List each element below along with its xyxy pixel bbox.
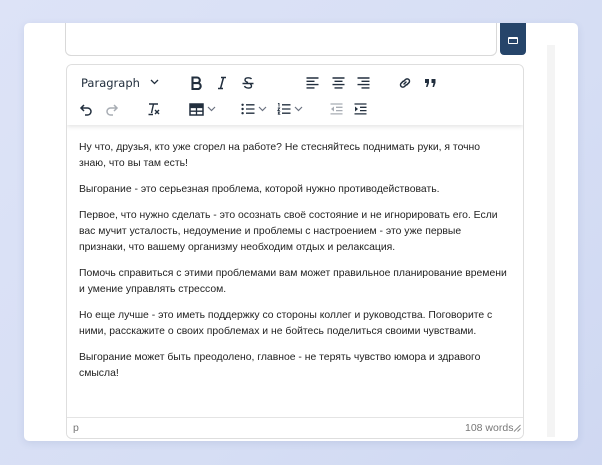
bullet-list-button[interactable] bbox=[237, 98, 271, 120]
align-right-icon bbox=[357, 77, 369, 89]
content-paragraph: Выгорание может быть преодолено, главное… bbox=[79, 352, 481, 379]
numbered-list-button[interactable] bbox=[273, 98, 307, 120]
page-scrollbar[interactable] bbox=[547, 45, 555, 437]
outdent-button[interactable] bbox=[325, 98, 347, 120]
title-input-text bbox=[122, 28, 140, 38]
redo-icon bbox=[106, 103, 119, 116]
block-format-label: Paragraph bbox=[81, 76, 140, 90]
undo-icon bbox=[79, 103, 92, 116]
clear-formatting-icon bbox=[148, 103, 160, 116]
quote-icon bbox=[424, 79, 435, 87]
undo-button[interactable] bbox=[75, 98, 97, 120]
rich-text-editor: Paragraph Ну что, друзья, кто уже сгорел… bbox=[66, 64, 524, 439]
italic-icon bbox=[218, 76, 226, 90]
redo-button[interactable] bbox=[101, 98, 123, 120]
indent-button[interactable] bbox=[349, 98, 371, 120]
content-paragraph: Но еще лучше - это иметь поддержку со ст… bbox=[79, 310, 493, 337]
save-button[interactable] bbox=[500, 23, 526, 55]
align-center-icon bbox=[332, 77, 344, 89]
bold-icon bbox=[191, 76, 202, 90]
editor-toolbar: Paragraph bbox=[67, 65, 523, 125]
editor-card: Paragraph Ну что, друзья, кто уже сгорел… bbox=[24, 23, 578, 441]
table-icon bbox=[188, 102, 204, 116]
content-paragraph: Выгорание - это серьезная проблема, кото… bbox=[79, 184, 440, 195]
blockquote-button[interactable] bbox=[419, 72, 441, 94]
link-icon bbox=[399, 78, 411, 88]
link-button[interactable] bbox=[394, 72, 416, 94]
italic-button[interactable] bbox=[211, 72, 233, 94]
strikethrough-icon bbox=[242, 77, 254, 89]
table-button[interactable] bbox=[185, 98, 219, 120]
editor-content[interactable]: Ну что, друзья, кто уже сгорел на работе… bbox=[79, 140, 509, 392]
indent-icon bbox=[354, 103, 366, 115]
content-paragraph: Помочь справиться с этими проблемами вам… bbox=[79, 268, 507, 295]
chevron-down-icon bbox=[150, 79, 159, 85]
content-paragraph: Ну что, друзья, кто уже сгорел на работе… bbox=[79, 142, 481, 169]
numbered-list-icon bbox=[277, 103, 291, 115]
resize-handle-icon[interactable] bbox=[513, 424, 521, 432]
title-input[interactable] bbox=[65, 23, 497, 56]
clear-formatting-button[interactable] bbox=[143, 98, 165, 120]
content-paragraph: Первое, что нужно сделать - это осознать… bbox=[79, 210, 498, 253]
save-icon bbox=[508, 37, 518, 44]
chevron-down-icon bbox=[258, 106, 267, 112]
align-center-button[interactable] bbox=[327, 72, 349, 94]
block-format-select[interactable]: Paragraph bbox=[75, 72, 167, 94]
chevron-down-icon bbox=[294, 106, 303, 112]
bold-button[interactable] bbox=[185, 72, 207, 94]
word-count[interactable]: 108 words bbox=[465, 422, 513, 434]
outdent-icon bbox=[330, 103, 342, 115]
editor-statusbar: p 108 words bbox=[67, 417, 523, 438]
align-right-button[interactable] bbox=[352, 72, 374, 94]
align-left-icon bbox=[306, 77, 318, 89]
element-path[interactable]: p bbox=[73, 422, 79, 434]
align-left-button[interactable] bbox=[301, 72, 323, 94]
chevron-down-icon bbox=[207, 106, 215, 112]
bullet-list-icon bbox=[241, 103, 255, 115]
strikethrough-button[interactable] bbox=[237, 72, 259, 94]
